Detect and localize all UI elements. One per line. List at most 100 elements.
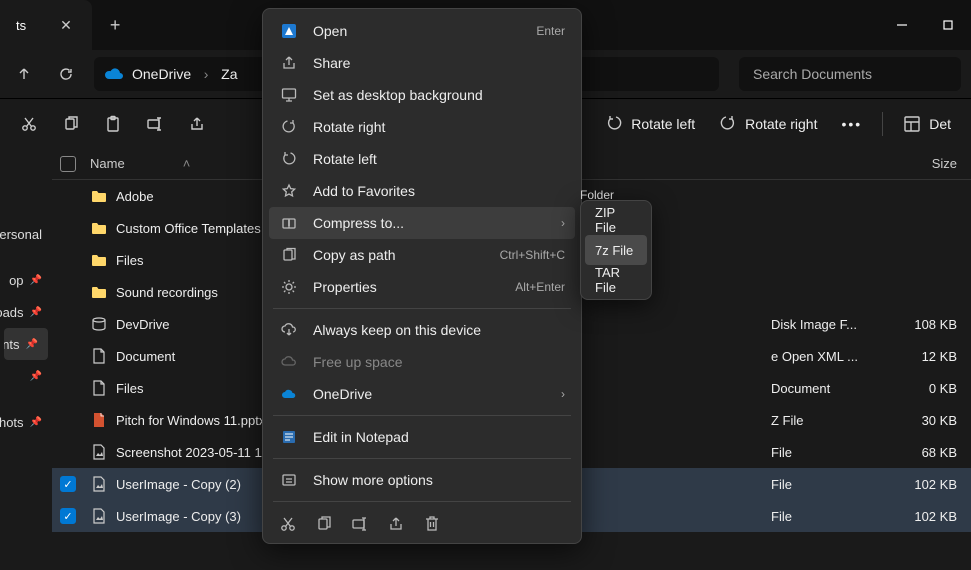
new-tab-button[interactable]: + bbox=[92, 15, 139, 36]
file-name: UserImage - Copy (2) bbox=[116, 477, 241, 492]
ctx-free-space: Free up space bbox=[269, 346, 575, 378]
col-size-header[interactable]: Size bbox=[932, 156, 957, 171]
nav-sidebar: Personal op📌 oads📌 ments📌 📌 ashots📌 bbox=[0, 148, 52, 570]
img-icon bbox=[90, 508, 108, 524]
row-checkbox[interactable]: ✓ bbox=[60, 508, 76, 524]
sidebar-item-documents[interactable]: ments📌 bbox=[4, 328, 48, 360]
file-name: Pitch for Windows 11.pptx bbox=[116, 413, 265, 428]
context-mini-toolbar bbox=[269, 507, 575, 537]
rename-button[interactable] bbox=[136, 106, 174, 142]
rotate-right-button[interactable]: Rotate right bbox=[709, 106, 827, 142]
file-size: 12 KB bbox=[891, 349, 971, 364]
col-name-header[interactable]: Name bbox=[90, 156, 125, 171]
ctx-keep-on-device[interactable]: Always keep on this device bbox=[269, 314, 575, 346]
cut-button[interactable] bbox=[10, 106, 48, 142]
refresh-icon[interactable] bbox=[52, 60, 80, 88]
minimize-button[interactable] bbox=[879, 0, 925, 50]
doc-icon bbox=[90, 348, 108, 364]
select-all-checkbox[interactable] bbox=[60, 156, 76, 172]
more-button[interactable]: ••• bbox=[831, 106, 872, 142]
ctx-copy-path[interactable]: Copy as path Ctrl+Shift+C bbox=[269, 239, 575, 271]
ctx-notepad[interactable]: Edit in Notepad bbox=[269, 421, 575, 453]
cut-icon[interactable] bbox=[279, 515, 297, 533]
row-checkbox[interactable]: ✓ bbox=[60, 476, 76, 492]
pin-icon: 📌 bbox=[30, 417, 42, 428]
ctx-share[interactable]: Share bbox=[269, 47, 575, 79]
ctx-properties[interactable]: Properties Alt+Enter bbox=[269, 271, 575, 303]
file-type: Disk Image F... bbox=[771, 317, 891, 332]
search-input[interactable]: Search Documents bbox=[739, 57, 961, 91]
img-icon bbox=[90, 444, 108, 460]
tab-title: ts bbox=[16, 18, 26, 33]
sidebar-item[interactable] bbox=[0, 186, 52, 218]
up-icon[interactable] bbox=[10, 60, 38, 88]
chevron-right-icon: › bbox=[561, 387, 565, 401]
sidebar-item[interactable]: 📌 bbox=[0, 360, 52, 392]
ctx-rotate-right[interactable]: Rotate right bbox=[269, 111, 575, 143]
sort-chevron-icon: ˄ bbox=[183, 156, 191, 171]
breadcrumb-item[interactable]: Za bbox=[221, 66, 237, 82]
file-name: Custom Office Templates bbox=[116, 221, 261, 236]
cloud-down-icon bbox=[279, 322, 299, 338]
separator bbox=[273, 458, 571, 459]
file-type: e Open XML ... bbox=[771, 349, 891, 364]
ctx-rotate-left[interactable]: Rotate left bbox=[269, 143, 575, 175]
ctx-set-background[interactable]: Set as desktop background bbox=[269, 79, 575, 111]
file-name: Screenshot 2023-05-11 111 bbox=[116, 445, 274, 460]
sidebar-item[interactable]: oads📌 bbox=[0, 296, 52, 328]
folder-icon bbox=[90, 221, 108, 235]
details-view-button[interactable]: Det bbox=[893, 106, 961, 142]
share-icon[interactable] bbox=[387, 515, 405, 533]
file-type: Document bbox=[771, 381, 891, 396]
sidebar-item[interactable]: ashots📌 bbox=[0, 406, 52, 438]
open-icon bbox=[279, 23, 299, 39]
file-size: 102 KB bbox=[891, 477, 971, 492]
ctx-compress[interactable]: Compress to... › bbox=[269, 207, 575, 239]
sub-7z[interactable]: 7z File bbox=[585, 235, 647, 265]
more-icon bbox=[279, 472, 299, 488]
ctx-more-options[interactable]: Show more options bbox=[269, 464, 575, 496]
browser-tab[interactable]: ts ✕ bbox=[0, 0, 92, 50]
file-type: File bbox=[771, 477, 891, 492]
folder-icon bbox=[90, 285, 108, 299]
share-button[interactable] bbox=[178, 106, 216, 142]
window-controls bbox=[879, 0, 971, 50]
file-type: File bbox=[771, 509, 891, 524]
sidebar-item[interactable] bbox=[0, 154, 52, 186]
properties-icon bbox=[279, 279, 299, 295]
copy-path-icon bbox=[279, 247, 299, 263]
delete-icon[interactable] bbox=[423, 515, 441, 533]
tab-close-icon[interactable]: ✕ bbox=[56, 13, 76, 38]
ppt-icon bbox=[90, 412, 108, 428]
rename-icon[interactable] bbox=[351, 515, 369, 533]
file-name: UserImage - Copy (3) bbox=[116, 509, 241, 524]
folder-icon bbox=[90, 189, 108, 203]
sidebar-item[interactable]: Personal bbox=[0, 218, 52, 250]
onedrive-icon bbox=[279, 388, 299, 400]
pin-icon: 📌 bbox=[30, 275, 42, 286]
sub-zip[interactable]: ZIP File bbox=[585, 205, 647, 235]
chevron-right-icon: › bbox=[199, 66, 213, 82]
divider bbox=[882, 112, 883, 136]
breadcrumb-onedrive[interactable]: OneDrive bbox=[132, 66, 191, 82]
rotate-left-button[interactable]: Rotate left bbox=[595, 106, 705, 142]
ctx-open[interactable]: Open Enter bbox=[269, 15, 575, 47]
file-name: Document bbox=[116, 349, 175, 364]
paste-button[interactable] bbox=[94, 106, 132, 142]
separator bbox=[273, 308, 571, 309]
copy-button[interactable] bbox=[52, 106, 90, 142]
onedrive-icon bbox=[104, 67, 124, 81]
file-name: Adobe bbox=[116, 189, 154, 204]
ctx-onedrive[interactable]: OneDrive › bbox=[269, 378, 575, 410]
sub-tar[interactable]: TAR File bbox=[585, 265, 647, 295]
chevron-right-icon: › bbox=[561, 216, 565, 230]
file-size: 30 KB bbox=[891, 413, 971, 428]
copy-icon[interactable] bbox=[315, 515, 333, 533]
file-type: File bbox=[771, 445, 891, 460]
file-name: DevDrive bbox=[116, 317, 169, 332]
sidebar-item[interactable]: op📌 bbox=[0, 264, 52, 296]
pin-icon: 📌 bbox=[30, 371, 42, 382]
maximize-button[interactable] bbox=[925, 0, 971, 50]
doc-icon bbox=[90, 380, 108, 396]
ctx-favorites[interactable]: Add to Favorites bbox=[269, 175, 575, 207]
